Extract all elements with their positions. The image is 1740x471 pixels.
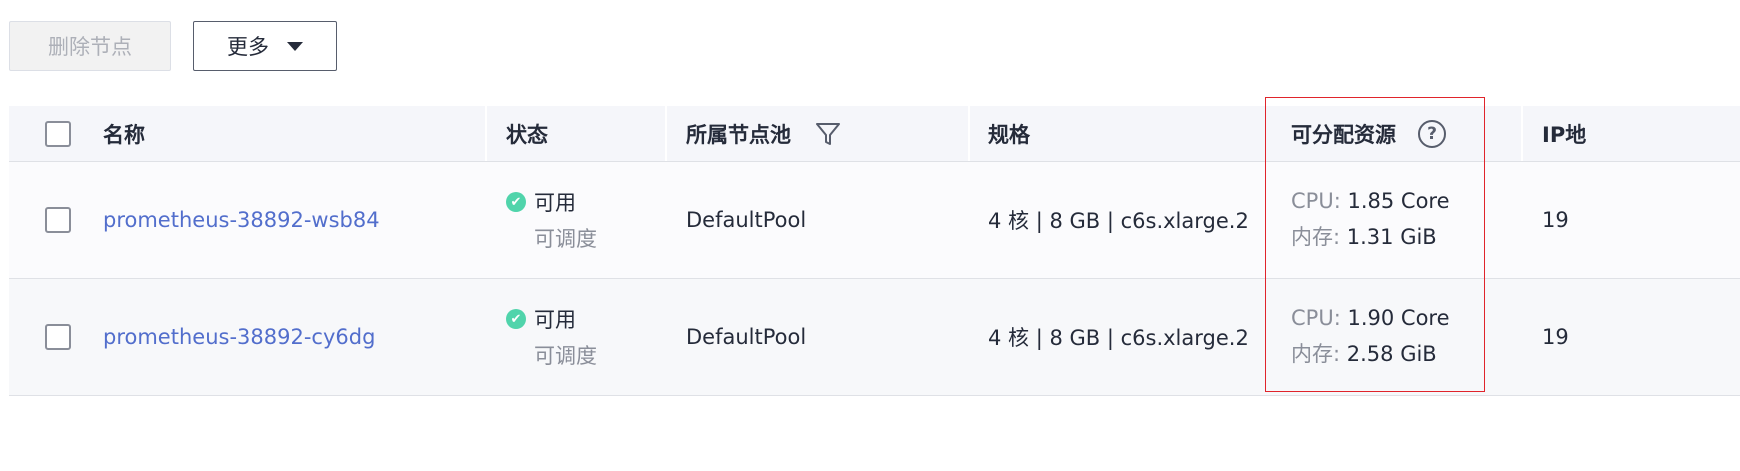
column-divider[interactable] — [665, 106, 667, 161]
header-status: 状态 — [506, 122, 548, 147]
cpu-value: 1.90 Core — [1347, 306, 1450, 330]
status-text: 可用 — [534, 191, 576, 215]
column-divider[interactable] — [968, 106, 970, 161]
header-name: 名称 — [103, 122, 145, 147]
node-pool: DefaultPool — [686, 325, 807, 349]
cpu-label: CPU: — [1291, 189, 1341, 213]
more-label: 更多 — [227, 35, 269, 59]
node-ip: 19 — [1542, 208, 1569, 232]
cpu-label: CPU: — [1291, 306, 1341, 330]
header-spec: 规格 — [988, 122, 1030, 147]
memory-label: 内存: — [1291, 225, 1341, 249]
table-header: 名称 状态 所属节点池 规格 可分配资源 ? IP地 — [9, 106, 1740, 162]
column-divider[interactable] — [485, 106, 487, 161]
help-icon[interactable]: ? — [1418, 119, 1446, 148]
schedulable-text: 可调度 — [534, 227, 597, 251]
cpu-value: 1.85 Core — [1347, 189, 1450, 213]
node-pool: DefaultPool — [686, 208, 807, 232]
status-text: 可用 — [534, 308, 576, 332]
delete-node-button[interactable]: 删除节点 — [9, 21, 171, 71]
check-circle-icon: ✔ — [506, 309, 526, 329]
memory-value: 2.58 GiB — [1346, 342, 1437, 366]
toolbar: 删除节点 更多 — [9, 21, 337, 71]
memory-label: 内存: — [1291, 342, 1341, 366]
caret-down-icon — [287, 41, 303, 51]
table-row: prometheus-38892-wsb84 ✔ 可用 可调度 DefaultP… — [9, 162, 1740, 279]
more-dropdown-button[interactable]: 更多 — [193, 21, 337, 71]
delete-node-label: 删除节点 — [48, 35, 132, 59]
column-divider[interactable] — [1521, 106, 1523, 161]
filter-icon[interactable] — [815, 121, 841, 147]
node-name-link[interactable]: prometheus-38892-wsb84 — [103, 208, 380, 232]
memory-value: 1.31 GiB — [1346, 225, 1437, 249]
table-row: prometheus-38892-cy6dg ✔ 可用 可调度 DefaultP… — [9, 279, 1740, 396]
node-ip: 19 — [1542, 325, 1569, 349]
header-ip: IP地 — [1542, 122, 1587, 147]
row-checkbox[interactable] — [45, 324, 71, 350]
schedulable-text: 可调度 — [534, 344, 597, 368]
header-allocatable: 可分配资源 — [1291, 122, 1396, 147]
node-table: 名称 状态 所属节点池 规格 可分配资源 ? IP地 prometheus-38… — [9, 106, 1740, 396]
check-circle-icon: ✔ — [506, 192, 526, 212]
row-checkbox[interactable] — [45, 207, 71, 233]
header-pool: 所属节点池 — [686, 122, 791, 147]
node-name-link[interactable]: prometheus-38892-cy6dg — [103, 325, 375, 349]
node-spec: 4 核 | 8 GB | c6s.xlarge.2 — [988, 209, 1249, 233]
select-all-checkbox[interactable] — [45, 120, 71, 147]
node-spec: 4 核 | 8 GB | c6s.xlarge.2 — [988, 326, 1249, 350]
